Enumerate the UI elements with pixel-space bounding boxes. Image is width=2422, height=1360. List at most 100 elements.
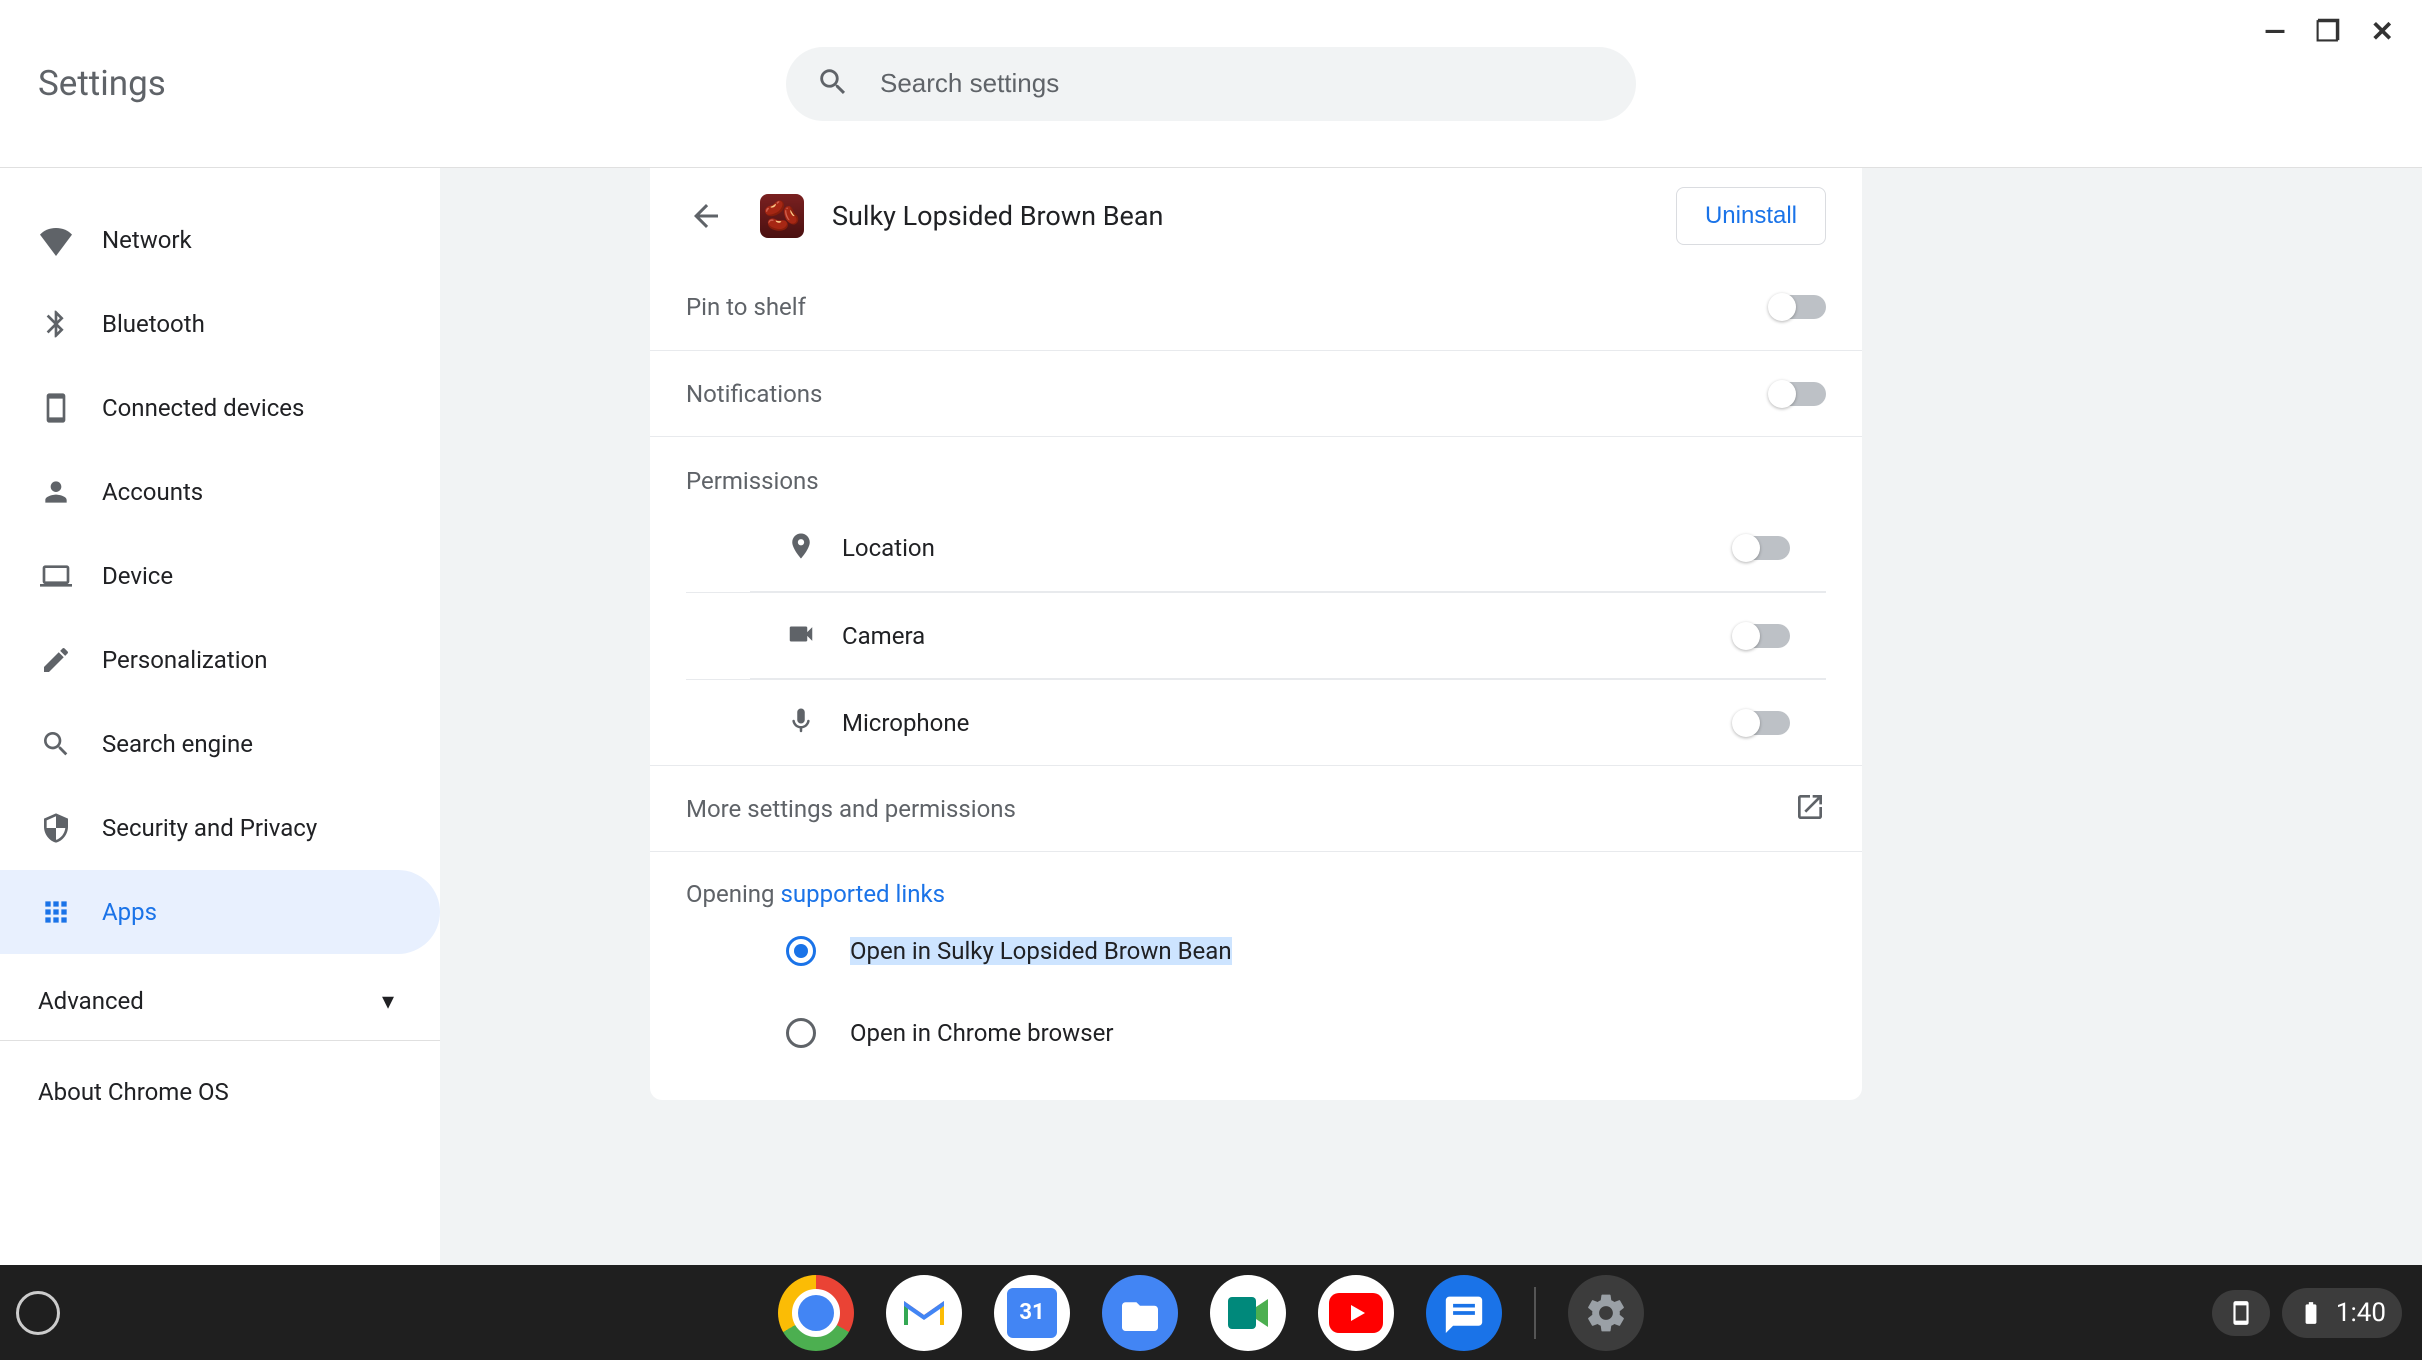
sidebar-item-label: Accounts [102,478,203,506]
radio-open-in-chrome[interactable] [786,1018,816,1048]
shelf-app-settings[interactable] [1568,1275,1644,1351]
apps-icon [38,894,74,930]
shelf-app-chrome[interactable] [778,1275,854,1351]
edit-icon [38,642,74,678]
main-content: 🫘 Sulky Lopsided Brown Bean Uninstall Pi… [440,168,2422,1265]
opening-header: Opening supported links [686,880,1826,908]
person-icon [38,474,74,510]
advanced-label: Advanced [38,987,144,1015]
sidebar-item-security-privacy[interactable]: Security and Privacy [0,786,440,870]
sidebar-item-accounts[interactable]: Accounts [0,450,440,534]
minimize-button[interactable]: — [2264,18,2285,46]
sidebar-item-label: Bluetooth [102,310,205,338]
sidebar-item-personalization[interactable]: Personalization [0,618,440,702]
permission-camera-row: Camera [686,592,1826,678]
open-in-chrome-label: Open in Chrome browser [850,1019,1113,1047]
open-in-app-radio-row[interactable]: Open in Sulky Lopsided Brown Bean [686,912,1826,990]
sidebar-item-label: Security and Privacy [102,814,317,842]
sidebar-item-search-engine[interactable]: Search engine [0,702,440,786]
status-area[interactable]: 1:40 [2212,1288,2402,1338]
bluetooth-icon [38,306,74,342]
shelf-apps: 31 [778,1275,1644,1351]
supported-links-link[interactable]: supported links [781,880,946,908]
sidebar-item-network[interactable]: Network [0,198,440,282]
launcher-button[interactable] [16,1291,60,1335]
clock: 1:40 [2336,1298,2386,1328]
uninstall-button[interactable]: Uninstall [1676,187,1826,245]
pin-to-shelf-row: Pin to shelf [650,264,1862,350]
opening-section: Opening supported links Open in Sulky Lo… [650,851,1862,1100]
chevron-down-icon: ▾ [382,987,394,1015]
permission-location-row: Location [686,505,1826,591]
open-in-chrome-radio-row[interactable]: Open in Chrome browser [686,994,1826,1072]
shelf-app-gmail[interactable] [886,1275,962,1351]
app-detail-card: 🫘 Sulky Lopsided Brown Bean Uninstall Pi… [650,168,1862,1100]
laptop-icon [38,558,74,594]
permissions-header: Permissions [650,436,1862,505]
search-field[interactable] [786,47,1636,121]
divider [0,1040,440,1041]
sidebar-item-label: Personalization [102,646,268,674]
app-icon: 🫘 [760,194,804,238]
notifications-label: Notifications [686,380,1770,408]
sidebar-advanced[interactable]: Advanced ▾ [0,962,440,1040]
phone-icon [2228,1300,2254,1326]
permission-camera-toggle[interactable] [1734,624,1790,648]
sidebar: Network Bluetooth Connected devices Acco… [0,168,440,1265]
opening-prefix: Opening [686,880,781,908]
sidebar-item-connected-devices[interactable]: Connected devices [0,366,440,450]
sidebar-item-label: Device [102,562,173,590]
notifications-row: Notifications [650,350,1862,436]
search-input[interactable] [880,68,1606,99]
sidebar-item-bluetooth[interactable]: Bluetooth [0,282,440,366]
more-settings-label: More settings and permissions [686,795,1794,823]
pin-to-shelf-label: Pin to shelf [686,293,1770,321]
shelf-app-files[interactable] [1102,1275,1178,1351]
open-in-app-label: Open in Sulky Lopsided Brown Bean [850,937,1232,965]
permission-microphone-label: Microphone [842,709,1734,737]
app-name: Sulky Lopsided Brown Bean [832,200,1676,232]
sidebar-item-label: Search engine [102,730,253,758]
about-label: About Chrome OS [38,1078,229,1106]
search-icon [816,65,850,103]
arrow-back-icon [688,198,724,234]
shelf-divider [1534,1287,1536,1339]
battery-icon [2298,1300,2324,1326]
sidebar-item-apps[interactable]: Apps [0,870,440,954]
notifications-toggle[interactable] [1770,382,1826,406]
permission-microphone-toggle[interactable] [1734,711,1790,735]
settings-header: Settings [0,0,2422,168]
close-button[interactable]: ✕ [2371,18,2394,46]
location-icon [786,531,842,565]
pin-to-shelf-toggle[interactable] [1770,295,1826,319]
status-tray[interactable]: 1:40 [2282,1288,2402,1338]
radio-open-in-app[interactable] [786,936,816,966]
shelf: 31 1:40 [0,1265,2422,1360]
device-icon [38,390,74,426]
camera-icon [786,619,842,653]
shelf-app-meet[interactable] [1210,1275,1286,1351]
sidebar-item-label: Network [102,226,192,254]
more-settings-row[interactable]: More settings and permissions [650,765,1862,851]
sidebar-item-device[interactable]: Device [0,534,440,618]
sidebar-item-label: Apps [102,898,157,926]
permission-location-label: Location [842,534,1734,562]
phone-hub-button[interactable] [2212,1290,2270,1336]
shelf-app-calendar[interactable]: 31 [994,1275,1070,1351]
permission-camera-label: Camera [842,622,1734,650]
sidebar-about[interactable]: About Chrome OS [0,1053,440,1131]
maximize-button[interactable]: ❐ [2315,18,2340,46]
wifi-icon [38,222,74,258]
permission-location-toggle[interactable] [1734,536,1790,560]
app-header: 🫘 Sulky Lopsided Brown Bean Uninstall [650,168,1862,264]
settings-title: Settings [38,63,166,104]
shelf-app-messages[interactable] [1426,1275,1502,1351]
open-external-icon [1794,791,1826,827]
shelf-app-youtube[interactable] [1318,1275,1394,1351]
calendar-day: 31 [1007,1288,1057,1338]
sidebar-item-label: Connected devices [102,394,304,422]
shield-icon [38,810,74,846]
microphone-icon [786,706,842,740]
permission-microphone-row: Microphone [686,679,1826,765]
back-button[interactable] [686,196,726,236]
